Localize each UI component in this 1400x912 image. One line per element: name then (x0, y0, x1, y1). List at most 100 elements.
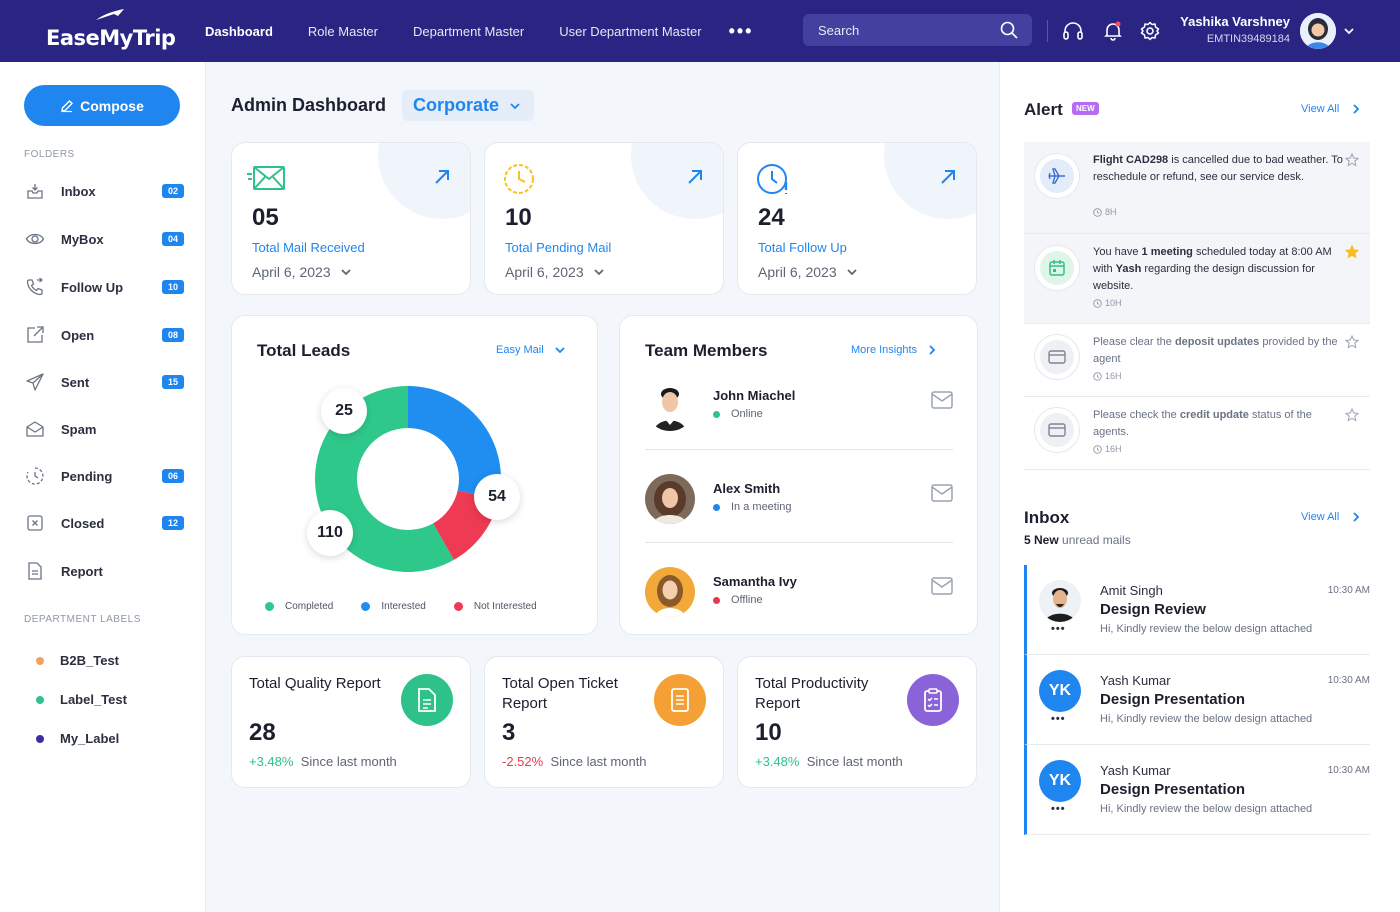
folder-pending[interactable]: Pending 06 (24, 463, 186, 489)
inbox-title: Inbox (1024, 508, 1070, 527)
alert-text: Flight CAD298 is cancelled due to bad we… (1093, 154, 1343, 183)
more-options-icon[interactable]: ••• (1051, 713, 1066, 725)
report-since: Since last month (300, 754, 397, 769)
nav-role-master[interactable]: Role Master (308, 24, 378, 39)
nav-more-icon[interactable]: ••• (729, 21, 754, 42)
pending-clock-icon (504, 164, 534, 194)
mail-subject: Design Presentation (1100, 691, 1246, 708)
report-change: +3.48% Since last month (755, 754, 903, 769)
folders-section-label: FOLDERS (24, 149, 75, 160)
chevron-down-icon (555, 347, 565, 354)
folder-closed[interactable]: Closed 12 (24, 510, 186, 536)
inbox-view-all-link[interactable]: View All (1301, 511, 1361, 523)
folder-report[interactable]: Report (24, 558, 186, 584)
member-status: Offline (713, 594, 763, 606)
wallet-icon (1040, 413, 1074, 447)
stat-date-dropdown[interactable]: April 6, 2023 (758, 264, 858, 280)
dept-label-text: Label_Test (60, 692, 127, 707)
inbox-mail-item[interactable]: YK ••• Yash Kumar Design Presentation Hi… (1024, 655, 1370, 745)
team-member-row[interactable]: Samantha Ivy Offline (645, 557, 953, 633)
settings-gear-icon[interactable] (1140, 21, 1160, 41)
alert-item-flight[interactable]: Flight CAD298 is cancelled due to bad we… (1024, 142, 1370, 234)
arrow-up-right-icon[interactable] (939, 168, 957, 186)
mail-icon[interactable] (931, 391, 953, 409)
pending-clock-icon (24, 465, 46, 487)
unread-count: 5 New (1024, 533, 1059, 547)
folder-open[interactable]: Open 08 (24, 322, 186, 348)
user-info[interactable]: Yashika Varshney EMTIN39489184 (1179, 14, 1290, 45)
folder-sent[interactable]: Sent 15 (24, 369, 186, 395)
sidebar: Compose FOLDERS Inbox 02 MyBox 04 Follow… (0, 62, 206, 912)
star-filled-icon[interactable] (1345, 245, 1359, 259)
report-card-quality[interactable]: Total Quality Report 28 +3.48% Since las… (231, 656, 471, 788)
folder-spam[interactable]: Spam (24, 416, 186, 442)
team-member-row[interactable]: John Miachel Online (645, 371, 953, 447)
mail-icon[interactable] (931, 484, 953, 502)
stat-card-follow-up[interactable]: 24 Total Follow Up April 6, 2023 (737, 142, 977, 295)
alert-time-text: 8H (1105, 207, 1117, 217)
spam-icon (24, 418, 46, 440)
leads-filter-dropdown[interactable]: Easy Mail (496, 344, 566, 356)
alerts-view-all-link[interactable]: View All (1301, 103, 1361, 115)
count-badge: 12 (162, 516, 184, 530)
stat-date-dropdown[interactable]: April 6, 2023 (252, 264, 352, 280)
nav-department-master[interactable]: Department Master (413, 24, 524, 39)
member-avatar (645, 474, 695, 524)
divider (645, 449, 953, 450)
chevron-down-icon (593, 269, 604, 276)
team-member-row[interactable]: Alex Smith In a meeting (645, 464, 953, 540)
mail-preview: Hi, Kindly review the below design attac… (1100, 713, 1313, 725)
search-icon[interactable] (1000, 21, 1018, 39)
inbox-mail-item[interactable]: ••• Amit Singh Design Review Hi, Kindly … (1024, 565, 1370, 655)
folder-follow-up[interactable]: Follow Up 10 (24, 274, 186, 300)
alert-item-deposit[interactable]: Please clear the deposit updates provide… (1024, 324, 1370, 397)
search-input[interactable] (818, 22, 988, 38)
count-badge: 06 (162, 469, 184, 483)
alert-item-meeting[interactable]: You have 1 meeting scheduled today at 8:… (1024, 234, 1370, 324)
chevron-down-icon (510, 102, 520, 109)
nav-dashboard[interactable]: Dashboard (205, 24, 273, 39)
stat-label: Total Follow Up (758, 240, 847, 255)
card-title: Team Members (645, 341, 768, 360)
report-card-productivity[interactable]: Total Productivity Report 10 +3.48% Sinc… (737, 656, 977, 788)
label-color-dot (36, 695, 44, 704)
compose-button[interactable]: Compose (24, 85, 180, 126)
star-outline-icon[interactable] (1345, 153, 1359, 167)
follow-up-clock-icon (757, 164, 788, 194)
dept-label-my-label[interactable]: My_Label (36, 731, 119, 746)
more-insights-link[interactable]: More Insights (851, 344, 937, 356)
dept-label-label-test[interactable]: Label_Test (36, 692, 127, 707)
more-options-icon[interactable]: ••• (1051, 623, 1066, 635)
label-color-dot (36, 656, 44, 665)
chevron-down-icon[interactable] (1343, 25, 1355, 37)
star-outline-icon[interactable] (1345, 335, 1359, 349)
page-title: Admin Dashboard (231, 95, 387, 115)
notification-bell-icon[interactable] (1103, 21, 1123, 41)
airplane-icon (1040, 159, 1074, 193)
folder-mybox[interactable]: MyBox 04 (24, 226, 186, 252)
team-members-card: Team Members More Insights John Miachel … (619, 315, 978, 635)
report-card-open-ticket[interactable]: Total Open Ticket Report 3 -2.52% Since … (484, 656, 724, 788)
arrow-up-right-icon[interactable] (686, 168, 704, 186)
member-status-text: Offline (731, 594, 763, 606)
alert-item-credit[interactable]: Please check the credit update status of… (1024, 397, 1370, 470)
headset-icon[interactable] (1062, 21, 1084, 41)
more-options-icon[interactable]: ••• (1051, 803, 1066, 815)
stat-date-dropdown[interactable]: April 6, 2023 (505, 264, 605, 280)
inbox-mail-item[interactable]: YK ••• Yash Kumar Design Presentation Hi… (1024, 745, 1370, 835)
corporate-dropdown[interactable]: Corporate (402, 90, 534, 121)
arrow-up-right-icon[interactable] (433, 168, 451, 186)
report-change-percent: +3.48% (249, 754, 294, 769)
folder-inbox[interactable]: Inbox 02 (24, 178, 186, 204)
count-badge: 15 (162, 375, 184, 389)
nav-user-department-master[interactable]: User Department Master (559, 24, 701, 39)
mail-icon[interactable] (931, 577, 953, 595)
stat-card-pending-mail[interactable]: 10 Total Pending Mail April 6, 2023 (484, 142, 724, 295)
main-nav: Dashboard Role Master Department Master … (205, 0, 753, 62)
stat-card-mail-received[interactable]: 05 Total Mail Received April 6, 2023 (231, 142, 471, 295)
card-title: Total Leads (257, 341, 351, 360)
member-name: Samantha Ivy (713, 574, 797, 589)
user-avatar[interactable] (1300, 13, 1336, 49)
dept-label-b2b-test[interactable]: B2B_Test (36, 653, 119, 668)
star-outline-icon[interactable] (1345, 408, 1359, 422)
